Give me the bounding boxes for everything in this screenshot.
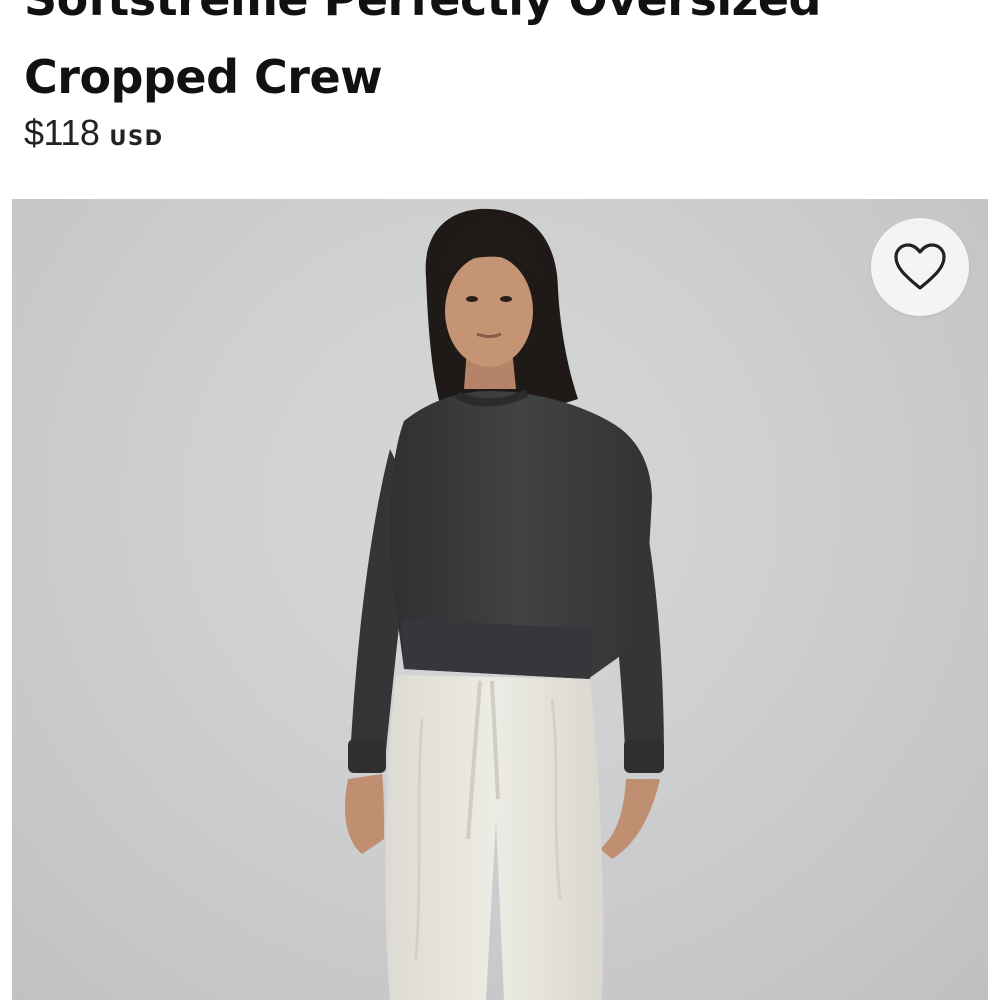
model-photo-illustration bbox=[344, 208, 664, 1000]
product-price: $118 bbox=[24, 112, 100, 153]
price-currency: USD bbox=[109, 126, 164, 150]
product-image[interactable] bbox=[12, 199, 988, 1000]
wishlist-button[interactable] bbox=[871, 218, 969, 316]
left-hand bbox=[344, 774, 384, 854]
face bbox=[445, 255, 533, 367]
product-title-line-1: Softstreme Perfectly Oversized bbox=[24, 0, 964, 38]
product-page: Softstreme Perfectly Oversized Cropped C… bbox=[0, 0, 1000, 1000]
product-title-line-2: Cropped Crew bbox=[24, 50, 383, 104]
right-hand bbox=[600, 779, 660, 859]
price-row: $118 USD bbox=[24, 112, 164, 154]
heart-outline-icon bbox=[894, 243, 946, 290]
product-title: Softstreme Perfectly Oversized Cropped C… bbox=[24, 0, 964, 116]
